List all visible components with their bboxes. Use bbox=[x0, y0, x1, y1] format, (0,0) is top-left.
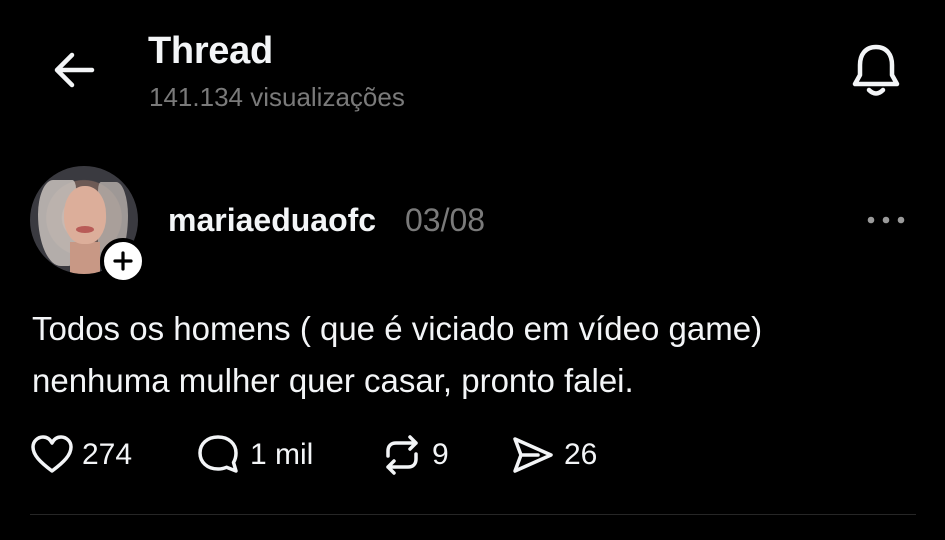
share-count: 26 bbox=[564, 438, 598, 471]
divider bbox=[30, 514, 916, 515]
back-button[interactable] bbox=[44, 40, 104, 100]
more-horizontal-icon bbox=[867, 216, 905, 224]
send-icon bbox=[513, 437, 553, 473]
reply-count: 1 mil bbox=[250, 438, 314, 471]
view-count: 141.134 visualizações bbox=[149, 82, 405, 112]
follow-button[interactable] bbox=[100, 238, 146, 284]
like-count: 274 bbox=[82, 438, 133, 471]
arrow-left-icon bbox=[54, 52, 95, 88]
author-username[interactable]: mariaeduaofc bbox=[168, 202, 376, 239]
thread-page: Thread 141.134 visualizações mariaeduaof… bbox=[0, 0, 945, 540]
repost-count: 9 bbox=[432, 438, 449, 471]
repost-button[interactable]: 9 bbox=[380, 430, 449, 480]
repost-icon bbox=[386, 435, 418, 475]
post-date: 03/08 bbox=[405, 202, 486, 238]
author-avatar-container[interactable] bbox=[30, 166, 146, 284]
bell-icon bbox=[852, 44, 900, 96]
heart-icon bbox=[31, 435, 73, 473]
page-title: Thread bbox=[148, 30, 273, 72]
reply-button[interactable]: 1 mil bbox=[196, 430, 313, 480]
share-button[interactable]: 26 bbox=[510, 430, 597, 480]
plus-icon bbox=[113, 251, 133, 271]
more-options-button[interactable] bbox=[862, 205, 910, 235]
post-actions: 274 1 mil 9 26 bbox=[30, 430, 910, 480]
like-button[interactable]: 274 bbox=[30, 430, 132, 480]
notifications-button[interactable] bbox=[842, 38, 910, 104]
post-text: Todos os homens ( que é viciado em vídeo… bbox=[32, 310, 763, 399]
comment-icon bbox=[198, 435, 238, 473]
